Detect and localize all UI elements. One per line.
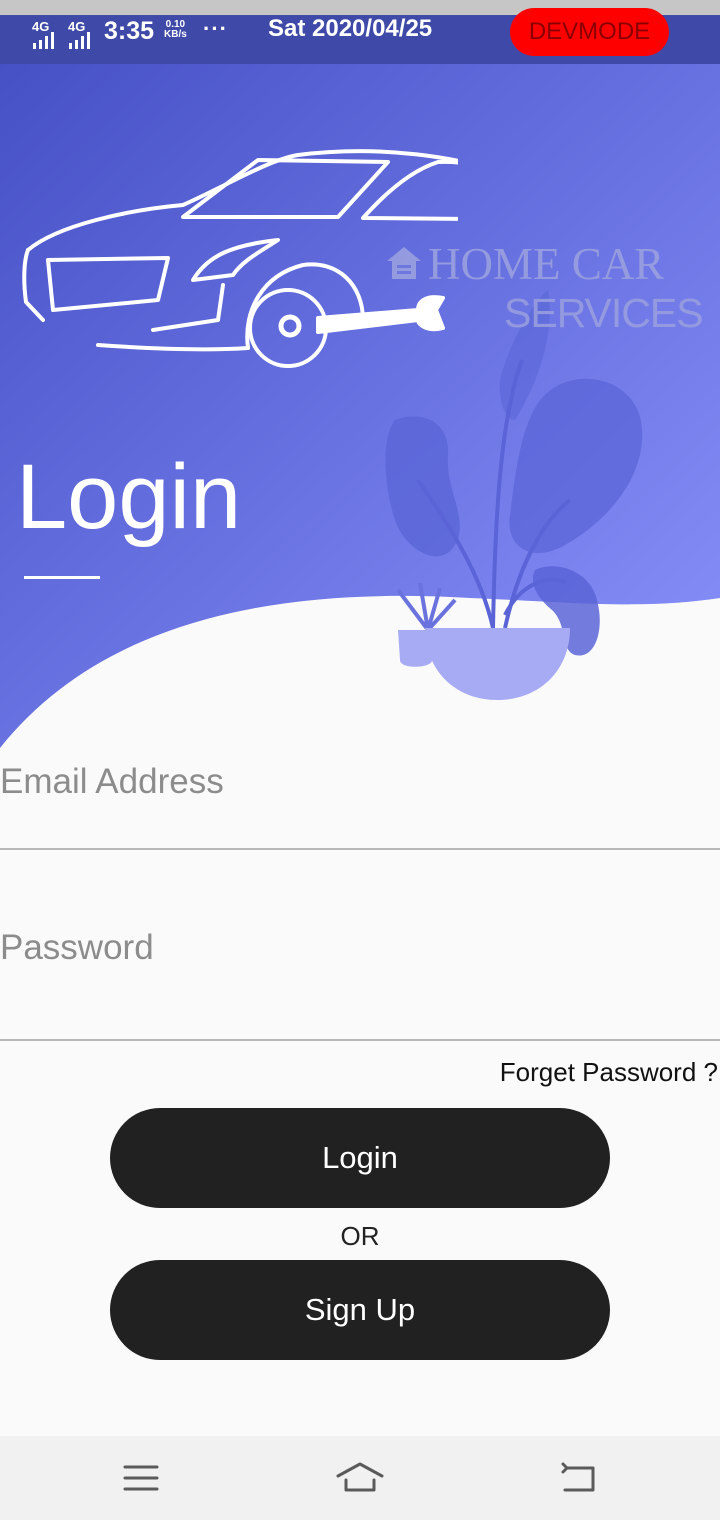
page-title: Login	[16, 446, 242, 548]
email-input[interactable]	[0, 762, 700, 802]
title-underline	[24, 576, 100, 579]
menu-icon[interactable]	[111, 1456, 171, 1500]
garage-icon	[387, 247, 421, 279]
home-icon[interactable]	[330, 1456, 390, 1500]
forgot-password-link[interactable]: Forget Password ?	[500, 1057, 718, 1088]
logo-text-secondary: SERVICES	[504, 290, 704, 336]
status-date: Sat 2020/04/25	[268, 15, 433, 42]
network-speed-unit: KB/s	[164, 29, 187, 40]
devmode-badge[interactable]: DEVMODE	[510, 8, 669, 56]
logo-text-primary: HOME CAR	[428, 239, 665, 289]
or-separator: OR	[340, 1221, 380, 1251]
more-notifications-icon: ···	[203, 16, 228, 41]
password-input[interactable]	[0, 928, 700, 968]
password-field-container	[0, 900, 720, 1041]
email-field-container	[0, 750, 720, 850]
back-icon[interactable]	[549, 1456, 609, 1500]
network-speed: 0.10 KB/s	[164, 20, 187, 40]
system-nav-bar	[0, 1436, 720, 1520]
status-time: 3:35	[104, 17, 155, 45]
login-button[interactable]: Login	[110, 1108, 610, 1208]
status-bar: 4G 4G 3:35 0.10 KB/s ··· Sat 2020/04/25 …	[0, 8, 720, 64]
signup-button[interactable]: Sign Up	[110, 1260, 610, 1360]
